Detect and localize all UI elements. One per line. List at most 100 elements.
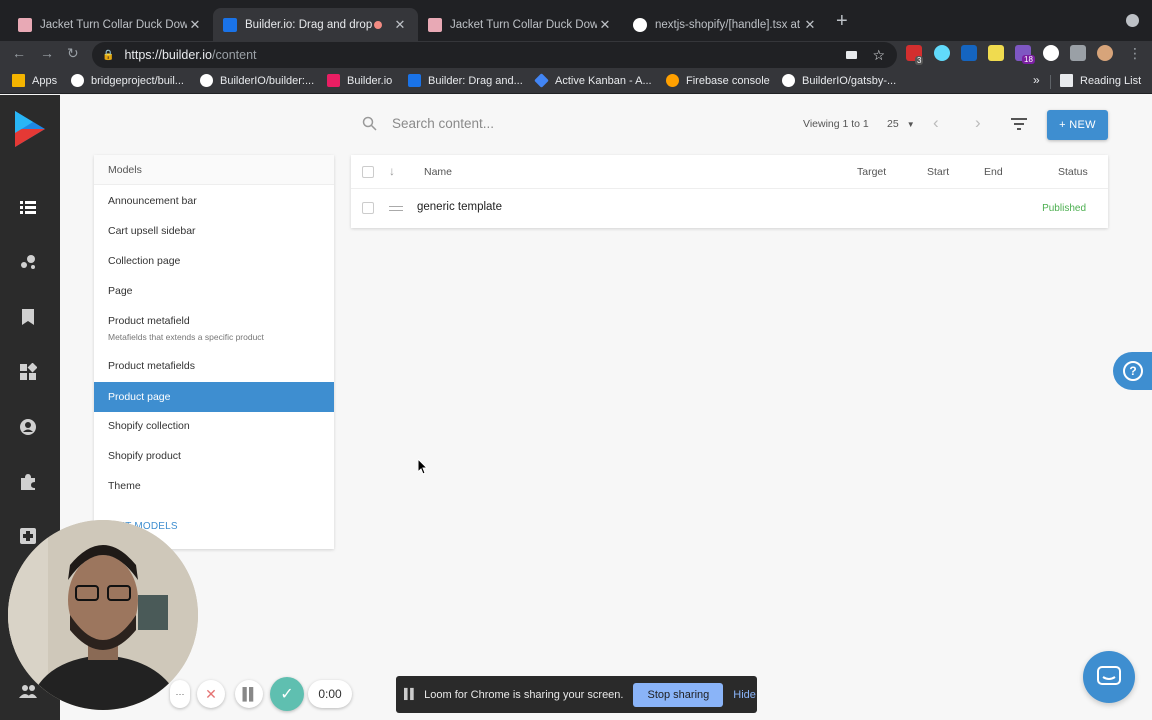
close-tab-icon[interactable]: ✕ <box>392 17 408 33</box>
model-item[interactable]: Collection page <box>94 246 334 276</box>
webcam-bubble[interactable] <box>8 520 198 710</box>
help-button[interactable]: ? <box>1113 352 1152 390</box>
address-bar[interactable]: 🔒 https://builder.io/content ☆ <box>92 42 897 68</box>
prev-page-button[interactable]: ‹ <box>933 113 939 133</box>
bookmark-item[interactable]: Firebase console <box>666 74 770 87</box>
model-label: Shopify product <box>108 450 181 462</box>
column-target[interactable]: Target <box>857 166 886 178</box>
builder-logo[interactable] <box>13 109 47 149</box>
new-tab-button[interactable]: + <box>836 10 848 33</box>
bookmark-item[interactable]: BuilderIO/builder:... <box>200 74 314 87</box>
browser-tab-strip: Jacket Turn Collar Duck Down ✕ Builder.i… <box>0 0 1152 41</box>
bookmark-star-icon[interactable]: ☆ <box>872 47 885 64</box>
model-label: Product metafield <box>108 315 190 327</box>
camera-icon[interactable] <box>846 51 857 59</box>
back-icon[interactable]: ← <box>12 45 26 61</box>
bookmark-item[interactable]: bridgeproject/buil... <box>71 74 184 87</box>
plugin-icon[interactable] <box>19 527 37 545</box>
components-icon[interactable] <box>19 363 37 381</box>
model-item[interactable]: Page <box>94 276 334 306</box>
puzzle-icon[interactable] <box>1070 45 1086 61</box>
bookmark-item[interactable]: Builder.io <box>327 74 392 87</box>
bookmark-item[interactable]: BuilderIO/gatsby-... <box>782 74 896 87</box>
browser-tab-active[interactable]: Builder.io: Drag and drop p ✕ <box>213 8 418 41</box>
builder-favicon-icon <box>327 74 340 87</box>
filter-icon[interactable] <box>1011 117 1027 131</box>
bookmark-label: Apps <box>32 74 58 87</box>
close-tab-icon[interactable]: ✕ <box>187 17 203 33</box>
close-tab-icon[interactable]: ✕ <box>597 17 613 33</box>
model-label: Shopify collection <box>108 420 190 432</box>
per-page-select[interactable]: 25 ▼ <box>887 118 915 130</box>
model-item[interactable]: Announcement bar <box>94 186 334 216</box>
more-bookmarks-button[interactable]: » <box>1033 73 1040 87</box>
github-icon <box>782 74 795 87</box>
profile-avatar[interactable] <box>1097 45 1113 61</box>
loom-cancel-button[interactable]: ✕ <box>197 680 225 708</box>
bookmark-apps[interactable]: Apps <box>12 74 57 87</box>
model-item[interactable]: Shopify product <box>94 441 334 471</box>
browser-menu-icon[interactable]: ⋮ <box>1128 45 1142 62</box>
grammar-extension-icon[interactable] <box>1043 45 1059 61</box>
row-checkbox[interactable] <box>362 202 374 214</box>
reload-icon[interactable]: ↻ <box>67 45 79 62</box>
tab-favicon-icon <box>223 17 237 32</box>
column-start[interactable]: Start <box>927 166 949 178</box>
model-item-selected[interactable]: Product page <box>94 382 334 412</box>
loom-finish-button[interactable]: ✓ <box>270 677 304 711</box>
react-devtools-icon[interactable] <box>934 45 950 61</box>
browser-tab[interactable]: nextjs-shopify/[handle].tsx at ✕ <box>623 8 828 41</box>
js-extension-icon[interactable] <box>988 45 1004 61</box>
share-status-text: Loom for Chrome is sharing your screen. <box>424 688 624 701</box>
team-icon[interactable] <box>19 682 37 700</box>
account-icon[interactable] <box>19 418 37 436</box>
column-end[interactable]: End <box>984 166 1003 178</box>
close-tab-icon[interactable]: ✕ <box>802 17 818 33</box>
new-content-button[interactable]: + NEW <box>1047 110 1108 140</box>
tab-search-icon[interactable] <box>1126 14 1139 27</box>
model-item[interactable]: Product metafield Metafields that extends… <box>94 306 334 351</box>
model-description: Metafields that extends a specific produ… <box>108 332 264 342</box>
drag-handle-icon[interactable] <box>389 206 403 211</box>
browser-tab[interactable]: Jacket Turn Collar Duck Down ✕ <box>8 8 213 41</box>
sort-icon[interactable]: ↓ <box>389 164 395 178</box>
viewing-count: Viewing 1 to 1 <box>803 118 869 130</box>
browser-tab[interactable]: Jacket Turn Collar Duck Down ✕ <box>418 8 623 41</box>
hide-banner-button[interactable]: Hide <box>733 689 756 701</box>
github-icon <box>71 74 84 87</box>
apps-grid-icon <box>12 74 25 87</box>
model-label: Collection page <box>108 255 181 267</box>
column-name[interactable]: Name <box>424 166 452 178</box>
table-row[interactable]: generic template Published <box>351 190 1108 228</box>
content-search <box>362 116 692 131</box>
builder-extension-icon[interactable] <box>961 45 977 61</box>
loom-more-button[interactable]: ··· <box>170 680 190 708</box>
search-input[interactable] <box>392 116 692 131</box>
model-label: Product metafields <box>108 360 195 372</box>
chat-icon <box>1097 666 1121 685</box>
model-item[interactable]: Cart upsell sidebar <box>94 216 334 246</box>
presenter-video <box>8 520 198 710</box>
model-item[interactable]: Product metafields <box>94 351 334 381</box>
select-all-checkbox[interactable] <box>362 166 374 178</box>
stop-sharing-button[interactable]: Stop sharing <box>633 682 724 707</box>
loom-pause-button[interactable]: ▌▌ <box>235 680 263 708</box>
bookmark-label: Builder.io <box>347 74 393 87</box>
bookmark-icon[interactable] <box>19 308 37 326</box>
mouse-cursor-icon <box>418 459 428 475</box>
forward-icon[interactable]: → <box>40 45 54 61</box>
insights-icon[interactable] <box>19 253 37 271</box>
extensions-icon[interactable] <box>19 473 37 491</box>
column-status[interactable]: Status <box>1058 166 1088 178</box>
bookmark-item[interactable]: Active Kanban - A... <box>534 73 652 88</box>
chat-launcher-button[interactable] <box>1083 651 1135 703</box>
bookmark-label: BuilderIO/gatsby-... <box>802 74 897 87</box>
jira-icon <box>534 73 549 88</box>
content-icon[interactable] <box>19 198 37 216</box>
model-item[interactable]: Theme <box>94 471 334 501</box>
reading-list-button[interactable]: Reading List <box>1060 74 1141 87</box>
next-page-button[interactable]: › <box>975 113 981 133</box>
bookmark-item[interactable]: Builder: Drag and... <box>408 74 523 87</box>
github-icon <box>200 74 213 87</box>
model-item[interactable]: Shopify collection <box>94 411 334 441</box>
